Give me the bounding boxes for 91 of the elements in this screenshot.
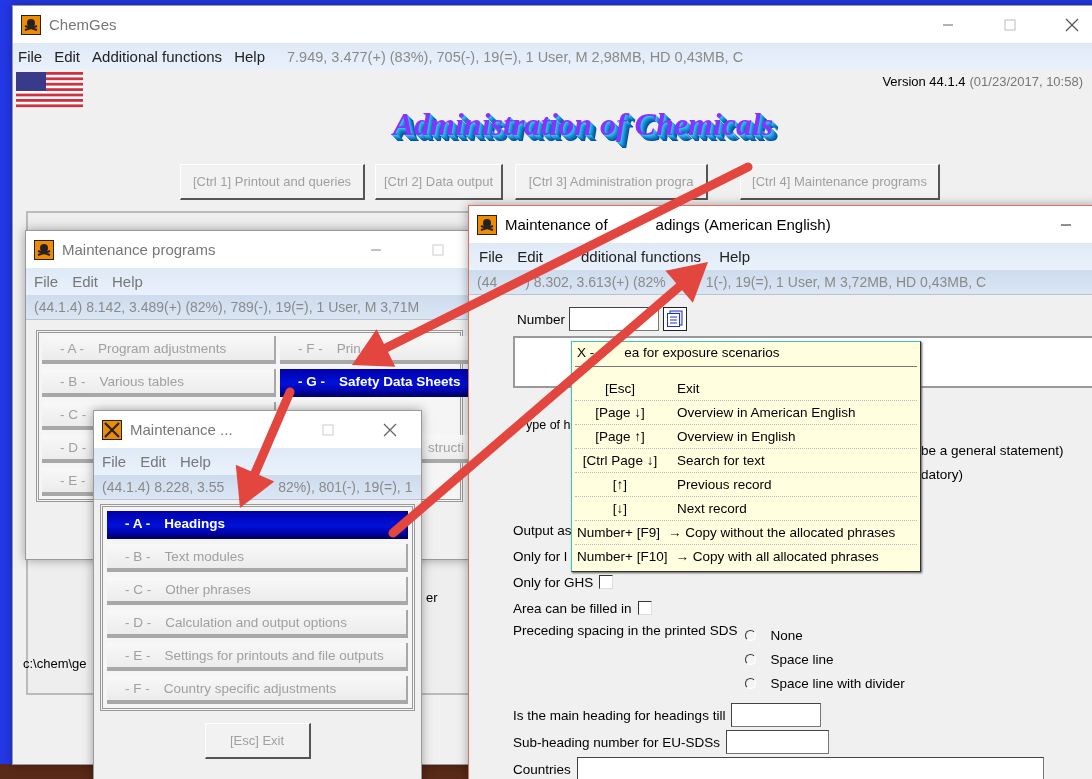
status-text: (44.1.4) 8.228, 3.55: [102, 478, 225, 497]
field-label: Only for l: [513, 548, 567, 564]
menu-item[interactable]: dditional functions: [581, 248, 702, 265]
program-button[interactable]: - B - Various tables: [42, 369, 276, 397]
shortcut-action: Search for text: [677, 453, 765, 468]
flag-icon: [16, 72, 83, 108]
menu-item[interactable]: Help: [719, 248, 750, 265]
shortcut-key: [↑]: [575, 477, 665, 492]
list-button[interactable]: [663, 307, 687, 331]
window-title: Maintenance ...: [130, 421, 233, 438]
status-text: 1(-), 19(=), 1 User, M 3,72MB, HD 0,43MB, C: [705, 273, 987, 292]
shortcut-key: [Esc]: [575, 381, 665, 396]
checkbox[interactable]: [599, 575, 614, 589]
field-label: Sub-heading number for EU-SDSs: [513, 734, 721, 750]
field-label: Output as: [513, 522, 572, 538]
window-title: adings (American English): [655, 216, 831, 233]
shortcut-action: → Copy with all allocated phrases: [675, 549, 879, 564]
field-label: Preceding spacing in the printed SDS: [513, 623, 738, 638]
menu-item[interactable]: File: [102, 453, 127, 470]
tooltip-title: ea for exposure scenarios: [624, 345, 780, 360]
menu-item[interactable]: Help: [234, 48, 265, 65]
input-field[interactable]: [726, 730, 830, 754]
field-label: ype of h: [526, 418, 571, 432]
radio-label: None: [770, 627, 803, 643]
field-label: Number: [517, 311, 565, 327]
shortcut-key: [Page ↑]: [575, 429, 665, 444]
menu-item[interactable]: Edit: [72, 273, 99, 290]
status-text: (44: [477, 273, 498, 292]
app-logo-title: Administration of Chemicals: [392, 106, 774, 144]
shortcut-action: Overview in English: [677, 429, 796, 444]
path-text: c:\chem\ge: [23, 656, 87, 671]
menu-item[interactable]: File: [479, 248, 504, 265]
radio-button[interactable]: [745, 677, 757, 689]
window-title: ChemGes: [49, 16, 117, 33]
tooltip-title: X -: [577, 345, 595, 360]
program-button[interactable]: - B - Text modules: [107, 544, 408, 572]
shortcut-key: [Page ↓]: [575, 405, 665, 420]
menu-button[interactable]: [Ctrl 2] Data output: [375, 164, 503, 200]
shortcut-key: [↓]: [575, 501, 665, 516]
shortcut-action: Exit: [677, 381, 700, 396]
hazard-icon: [477, 214, 497, 235]
status-text: 82%), 801(-), 19(=), 1: [278, 478, 413, 497]
menu-item[interactable]: File: [18, 48, 43, 65]
option-label: be a general statement): [921, 442, 1064, 458]
program-button[interactable]: - F - Country specific adjustments: [107, 676, 408, 704]
window-title: Maintenance programs: [62, 241, 216, 258]
status-text: 7.949, 3.477(+) (83%), 705(-), 19(=), 1 User, M 2,98MB, HD 0,43MB, C: [287, 48, 744, 65]
menu-item[interactable]: Help: [180, 453, 211, 470]
menu-button[interactable]: [Ctrl 1] Printout and queries: [180, 164, 365, 200]
menu-item[interactable]: Edit: [517, 248, 544, 265]
menu-item[interactable]: Edit: [54, 48, 81, 65]
radio-button[interactable]: [745, 629, 757, 641]
status-bar: (44.1.4) 8.142, 3.489(+) (82%), 789(-), 19(=), 1 User, M 3,71M: [26, 295, 469, 320]
shortcut-action: Previous record: [677, 477, 772, 492]
field-label: Countries: [513, 761, 571, 777]
menu-button[interactable]: [Ctrl 3] Administration progra: [515, 164, 708, 200]
checkbox[interactable]: [637, 601, 652, 615]
shortcut-action: Next record: [677, 501, 747, 516]
input-field[interactable]: [731, 703, 822, 727]
input-field[interactable]: [576, 757, 1044, 779]
program-button[interactable]: - C - Other phrases: [107, 577, 408, 605]
checkbox-label: Only for GHS: [513, 574, 594, 590]
program-button[interactable]: - D - Calculation and output options: [107, 610, 408, 638]
program-button[interactable]: - G - Safety Data Sheets: [280, 369, 469, 397]
menu-item[interactable]: Edit: [140, 453, 167, 470]
program-button[interactable]: - E - Settings for printouts and file outputs: [107, 643, 408, 671]
option-label: datory): [921, 466, 964, 482]
hazard-icon: [34, 239, 54, 260]
version-label: Version 44.1.4: [882, 74, 966, 89]
field-label: Is the main heading for headings till: [513, 707, 726, 723]
shortcut-action: Overview in American English: [677, 405, 856, 420]
program-button[interactable]: - A - Program adjustments: [42, 336, 276, 364]
shortcut-key: [Ctrl Page ↓]: [575, 453, 665, 468]
label-text: er: [426, 590, 438, 605]
window-title: Maintenance of: [505, 216, 608, 233]
menu-button[interactable]: [Ctrl 4] Maintenance programs: [740, 164, 940, 200]
exit-button[interactable]: [Esc] Exit: [204, 723, 311, 759]
program-button[interactable]: - A - Headings: [107, 511, 408, 539]
shortcut-key: Number+ [F9]: [575, 525, 660, 540]
radio-label: Space line with divider: [770, 675, 905, 691]
menu-item[interactable]: Additional functions: [92, 48, 223, 65]
radio-button[interactable]: [745, 653, 757, 665]
shortcut-action: → Copy without the allocated phrases: [667, 525, 896, 540]
checkbox-label: Area can be filled in: [513, 600, 632, 616]
shortcut-key: Number+ [F10]: [575, 549, 668, 564]
menu-item[interactable]: File: [34, 273, 59, 290]
radio-label: Space line: [770, 651, 834, 667]
menu-item[interactable]: Help: [112, 273, 143, 290]
hazard-icon: [102, 419, 122, 440]
hazard-icon: [21, 14, 41, 35]
version-date: (01/23/2017, 10:58): [969, 74, 1083, 89]
